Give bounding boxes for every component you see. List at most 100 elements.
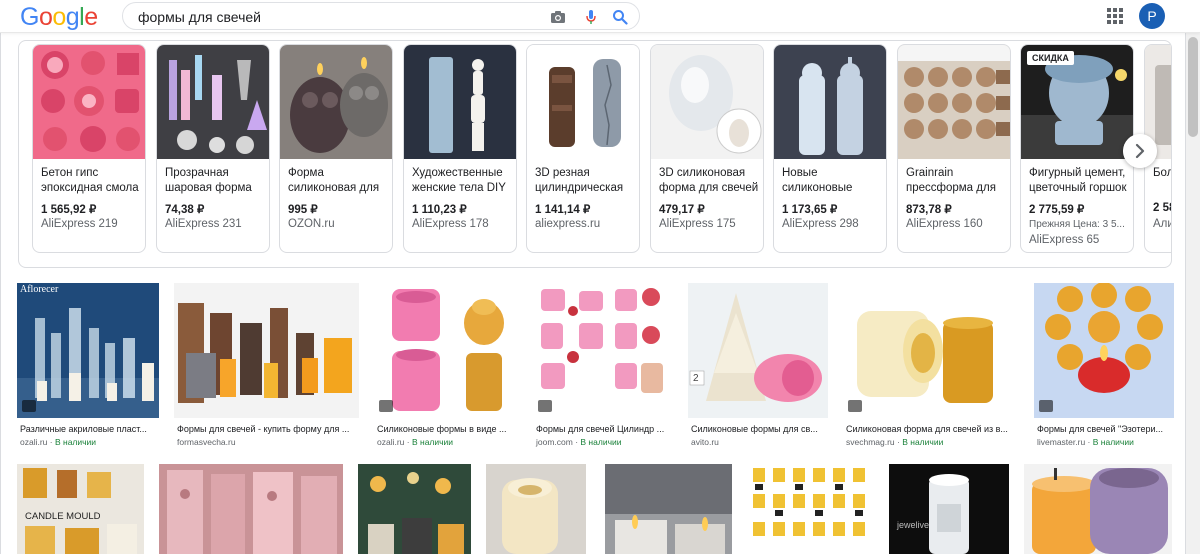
shopping-tag-icon [22, 400, 36, 412]
result-image [486, 464, 586, 554]
microphone-icon[interactable] [583, 9, 599, 25]
source-domain: joom.com [536, 437, 573, 447]
product-card[interactable]: Форма силиконовая для свечей Сова 995 ₽ … [279, 44, 393, 253]
result-image [159, 464, 343, 554]
result-image [358, 464, 471, 554]
availability-label: В наличии [580, 437, 622, 447]
image-result[interactable]: Aflorecer Различные акриловые пласт... o… [17, 283, 159, 448]
result-image [374, 283, 518, 418]
product-title: Бол свеч [1153, 167, 1172, 179]
source-domain[interactable]: avito.ru [691, 437, 719, 447]
image-caption[interactable]: Формы для свечей - купить форму для ... [177, 424, 359, 434]
result-image [174, 283, 359, 418]
product-image [898, 45, 1010, 159]
logo-letter: o [52, 3, 66, 31]
carousel-next-button[interactable] [1123, 134, 1157, 168]
product-price: 74,38 ₽ [165, 204, 205, 216]
product-card[interactable]: Бетон гипс эпоксидная смола 1 565,92 ₽ A… [32, 44, 146, 253]
search-input[interactable] [138, 7, 538, 27]
image-result[interactable] [159, 464, 343, 554]
product-store: AliExpress 219 [41, 218, 118, 230]
image-result[interactable]: Силиконовая форма для свечей из в... sve… [843, 283, 1020, 448]
product-store: AliExpress 160 [906, 218, 983, 230]
apps-grid-icon[interactable] [1106, 7, 1124, 25]
product-image [651, 45, 763, 159]
product-card[interactable]: СКИДКА Фигурный цемент, цветочный горшок… [1020, 44, 1134, 253]
product-title: Новые силиконовые формы [782, 167, 853, 194]
image-caption[interactable]: Формы для свечей "Эзотери... [1037, 424, 1174, 434]
camera-icon[interactable] [550, 9, 566, 25]
account-avatar[interactable]: P [1139, 3, 1165, 29]
product-title: Художественные женские тела DIY [412, 167, 506, 194]
image-caption[interactable]: Силиконовая форма для свечей из в... [846, 424, 1020, 434]
search-icon[interactable] [612, 9, 628, 25]
image-result[interactable]: Силиконовые формы в виде ... ozali.ru · … [374, 283, 518, 448]
product-card[interactable]: Grainrain прессформа для свечей 873,78 ₽… [897, 44, 1011, 253]
image-caption[interactable]: Различные акриловые пласт... [20, 424, 159, 434]
page-border-left [0, 33, 1, 554]
result-image [533, 283, 673, 418]
product-store: AliExpress 298 [782, 218, 859, 230]
image-result[interactable]: Формы для свечей Цилиндр ... joom.com · … [533, 283, 673, 448]
product-image [774, 45, 886, 159]
image-source[interactable]: livemaster.ru · В наличии [1037, 437, 1134, 447]
image-overlay-text: CANDLE MOULD [25, 511, 101, 522]
image-result[interactable] [358, 464, 471, 554]
image-caption[interactable]: Формы для свечей Цилиндр ... [536, 424, 673, 434]
image-result[interactable]: Формы для свечей - купить форму для ... … [174, 283, 359, 448]
product-price: 1 110,23 ₽ [412, 204, 467, 216]
image-result[interactable]: CANDLE MOULD [17, 464, 144, 554]
image-watermark: jewelive [897, 520, 930, 530]
product-store: AliExpress 178 [412, 218, 489, 230]
product-store: AliExpress 231 [165, 218, 242, 230]
image-result[interactable] [747, 464, 874, 554]
result-image [889, 464, 1009, 554]
availability-label: В наличии [411, 437, 454, 447]
result-image [1024, 464, 1172, 554]
product-card[interactable]: 3D силиконовая форма для свечей 479,17 ₽… [650, 44, 764, 253]
result-image [17, 464, 144, 554]
product-store: aliexpress.ru [535, 218, 601, 230]
image-source[interactable]: ozali.ru · В наличии [377, 437, 453, 447]
image-source[interactable]: ozali.ru · В наличии [20, 437, 96, 447]
image-caption[interactable]: Силиконовые формы для св... [691, 424, 828, 434]
image-result[interactable] [1024, 464, 1172, 554]
image-result[interactable]: 2 Силиконовые формы для св... avito.ru [688, 283, 828, 448]
product-card[interactable]: Художественные женские тела DIY 1 110,23… [403, 44, 517, 253]
product-title: 3D силиконовая форма для свечей [659, 167, 759, 194]
google-logo[interactable]: Google [20, 3, 98, 32]
image-result[interactable] [605, 464, 732, 554]
product-card[interactable]: Прозрачная шаровая форма для свечей 74,3… [156, 44, 270, 253]
product-image [280, 45, 392, 159]
search-box [122, 2, 640, 30]
image-result[interactable]: Формы для свечей "Эзотери... livemaster.… [1034, 283, 1174, 448]
product-card[interactable]: Новые силиконовые формы 1 173,65 ₽ AliEx… [773, 44, 887, 253]
product-price: 995 ₽ [288, 204, 318, 216]
logo-letter: g [65, 3, 80, 31]
product-title: Фигурный цемент, цветочный горшок [1029, 167, 1127, 194]
product-store: AliExpress 65 [1029, 234, 1100, 246]
product-store: AliExpress 175 [659, 218, 736, 230]
product-card[interactable]: 3D резная цилиндрическая форма 1 141,14 … [526, 44, 640, 253]
source-domain[interactable]: formasvecha.ru [177, 437, 236, 447]
product-title: Бетон гипс эпоксидная смола [41, 167, 139, 194]
source-domain: ozali.ru [377, 437, 405, 447]
image-source[interactable]: joom.com · В наличии [536, 437, 622, 447]
scrollbar-thumb[interactable] [1188, 37, 1198, 137]
shopping-tag-icon [538, 400, 552, 412]
page-scrollbar[interactable] [1186, 33, 1200, 554]
product-image [33, 45, 145, 159]
product-image [157, 45, 269, 159]
logo-letter: e [84, 3, 98, 31]
availability-label: В наличии [902, 437, 944, 447]
product-price: 1 141,14 ₽ [535, 204, 591, 216]
image-result[interactable] [486, 464, 586, 554]
image-result[interactable]: jewelive [889, 464, 1009, 554]
result-image [843, 283, 1020, 418]
availability-label: В наличии [1092, 437, 1134, 447]
source-domain: livemaster.ru [1037, 437, 1086, 447]
image-caption[interactable]: Силиконовые формы в виде ... [377, 424, 518, 434]
image-source[interactable]: svechmag.ru · В наличии [846, 437, 943, 447]
product-price: 1 565,92 ₽ [41, 204, 97, 216]
result-image [1034, 283, 1174, 418]
